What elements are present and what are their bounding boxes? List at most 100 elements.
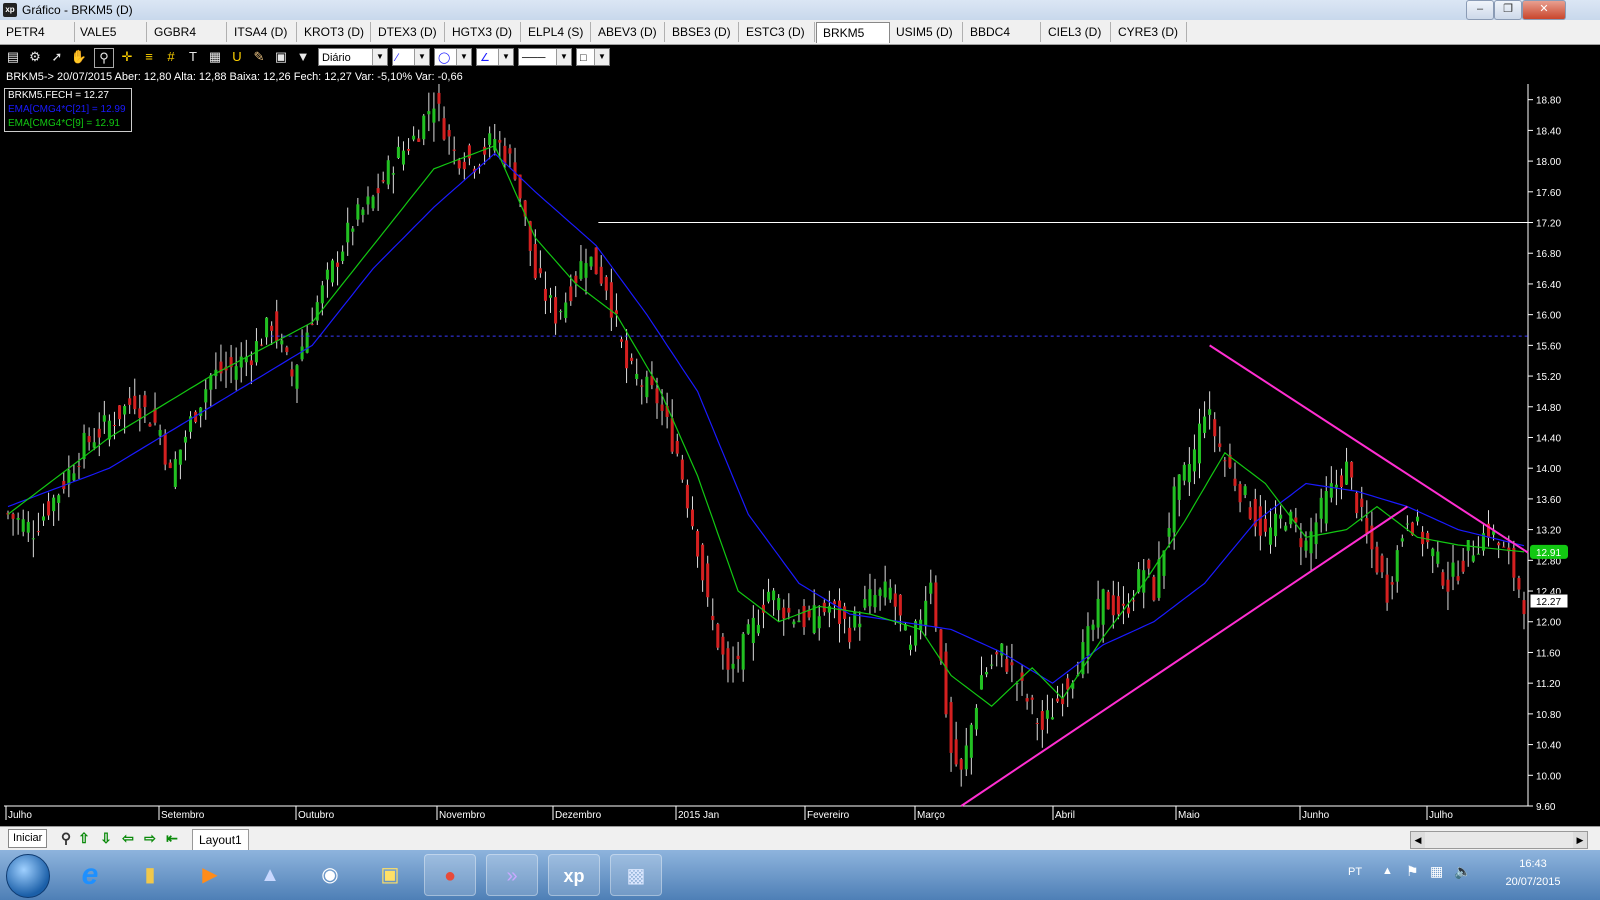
candle-body: [554, 297, 558, 324]
candle-body: [675, 440, 679, 454]
candle-body: [1116, 596, 1120, 615]
tab-elpl4[interactable]: ELPL4 (S): [522, 22, 591, 42]
tab-estc3[interactable]: ESTC3 (D): [740, 22, 815, 42]
media-player-icon[interactable]: ▶: [184, 854, 236, 896]
tab-abev3[interactable]: ABEV3 (D): [592, 22, 665, 42]
arrow-right-icon[interactable]: ⇨: [142, 830, 158, 846]
calculator-icon[interactable]: ▦: [206, 48, 224, 66]
y-tick-label: 14.40: [1536, 433, 1561, 444]
zoom-icon[interactable]: ⚲: [94, 48, 114, 68]
y-tick-label: 14.00: [1536, 464, 1561, 475]
tab-itsa4[interactable]: ITSA4 (D): [228, 22, 297, 42]
chart-type-icon[interactable]: ▤: [4, 48, 22, 66]
candle-body: [457, 160, 461, 169]
candle-body: [934, 582, 938, 627]
candle-body: [1436, 551, 1440, 564]
tab-usim5[interactable]: USIM5 (D): [890, 22, 963, 42]
layout-tab[interactable]: Layout1: [192, 829, 249, 851]
fibonacci-icon[interactable]: ≡: [140, 48, 158, 66]
tab-bbdc4[interactable]: BBDC4 (60): [964, 22, 1041, 59]
candle-body: [118, 405, 122, 420]
minimize-button[interactable]: –: [1466, 0, 1494, 20]
candle-body: [341, 251, 345, 262]
candle-body: [330, 260, 335, 283]
clock-time[interactable]: 16:43: [1488, 858, 1578, 870]
tab-vale5[interactable]: VALE5 (60): [74, 22, 147, 59]
period-value: Diário: [322, 52, 351, 64]
candle-body: [21, 519, 25, 532]
candle-body: [300, 346, 304, 360]
zoom-icon[interactable]: ⚲: [58, 830, 74, 846]
file-manager-icon[interactable]: ▣: [364, 854, 416, 896]
candle-body: [366, 196, 370, 205]
tray-expand-icon[interactable]: ▲: [1382, 865, 1393, 877]
window-switcher-icon[interactable]: ▩: [610, 854, 662, 896]
y-tick-label: 11.20: [1536, 679, 1561, 690]
grid-icon[interactable]: #: [162, 48, 180, 66]
crosshair-icon[interactable]: ✛: [118, 48, 136, 66]
shape-tool-select[interactable]: ◯ ▼: [434, 48, 472, 66]
filter-icon[interactable]: ▼: [294, 48, 312, 66]
tab-ciel3[interactable]: CIEL3 (D): [1042, 22, 1111, 42]
candle-body: [817, 616, 821, 629]
app-forward-icon[interactable]: »: [486, 854, 538, 896]
line-tool-select[interactable]: ∕ ▼: [392, 48, 430, 66]
explorer-folder-icon[interactable]: ▮: [124, 854, 176, 896]
tab-petr4[interactable]: PETR4 (60): [0, 22, 75, 59]
cursor-icon[interactable]: ➚: [48, 48, 66, 66]
flag-icon[interactable]: ⚑: [1406, 863, 1419, 880]
x-tick-label: Setembro: [161, 810, 205, 821]
eraser-icon[interactable]: ✎: [250, 48, 268, 66]
scroll-left-icon[interactable]: ◀: [1411, 832, 1425, 848]
arrow-first-icon[interactable]: ⇤: [164, 830, 180, 846]
price-chart[interactable]: 18.80 18.40 18.00 17.60 17.20 16.80 16.40 16.00…: [4, 84, 1600, 824]
candle-body: [168, 462, 172, 469]
color-select[interactable]: □ ▼: [576, 48, 610, 66]
signal-icon[interactable]: ▦: [1430, 863, 1443, 880]
arrow-up-icon[interactable]: ⇧: [76, 830, 92, 846]
candle-body: [1248, 507, 1252, 519]
candle-body: [422, 115, 426, 140]
candle-body: [163, 433, 167, 465]
period-select[interactable]: Diário ▼: [318, 48, 388, 66]
arrow-down-icon[interactable]: ⇩: [98, 830, 114, 846]
tab-hgtx3[interactable]: HGTX3 (D): [446, 22, 521, 42]
candle-body: [467, 145, 471, 159]
hp-icon[interactable]: ◉: [304, 854, 356, 896]
line-style-select[interactable]: ─── ▼: [518, 48, 572, 66]
candle-body: [488, 133, 492, 145]
gear-icon[interactable]: ⚙: [26, 48, 44, 66]
internet-explorer-icon[interactable]: e: [64, 854, 116, 896]
language-indicator[interactable]: PT: [1348, 866, 1362, 878]
maximize-button[interactable]: ❐: [1494, 0, 1522, 20]
network-icon[interactable]: ▲: [244, 854, 296, 896]
tab-cyre3[interactable]: CYRE3 (D): [1112, 22, 1187, 42]
horizontal-scrollbar[interactable]: ◀ ▶: [1410, 831, 1588, 849]
tab-dtex3[interactable]: DTEX3 (D): [372, 22, 445, 42]
lock-icon[interactable]: ▣: [272, 48, 290, 66]
candle-body: [1208, 409, 1212, 415]
candle-body: [437, 92, 441, 104]
candle-body: [178, 449, 182, 465]
start-button[interactable]: Iniciar: [8, 829, 48, 848]
windows-start-icon[interactable]: [6, 854, 50, 898]
candle-body: [944, 651, 948, 715]
candle-body: [183, 436, 187, 443]
clock-date[interactable]: 20/07/2015: [1488, 876, 1578, 888]
tab-bbse3[interactable]: BBSE3 (D): [666, 22, 739, 42]
chrome-icon[interactable]: ●: [424, 854, 476, 896]
arrow-left-icon[interactable]: ⇦: [120, 830, 136, 846]
hand-icon[interactable]: ✋: [70, 48, 88, 66]
volume-icon[interactable]: 🔈: [1454, 863, 1471, 880]
text-tool-icon[interactable]: T: [184, 48, 202, 66]
tab-ggbr4[interactable]: GGBR4 (15): [148, 22, 227, 59]
tab-krot3[interactable]: KROT3 (D): [298, 22, 371, 42]
close-button[interactable]: ✕: [1522, 0, 1566, 20]
candle-body: [1375, 546, 1379, 573]
xp-app-icon[interactable]: xp: [548, 854, 600, 896]
magnet-icon[interactable]: U: [228, 48, 246, 66]
scroll-right-icon[interactable]: ▶: [1573, 832, 1587, 848]
channel-tool-select[interactable]: ∠ ▼: [476, 48, 514, 66]
candle-body: [782, 607, 786, 619]
tab-brkm5[interactable]: BRKM5 (D): [816, 22, 890, 60]
